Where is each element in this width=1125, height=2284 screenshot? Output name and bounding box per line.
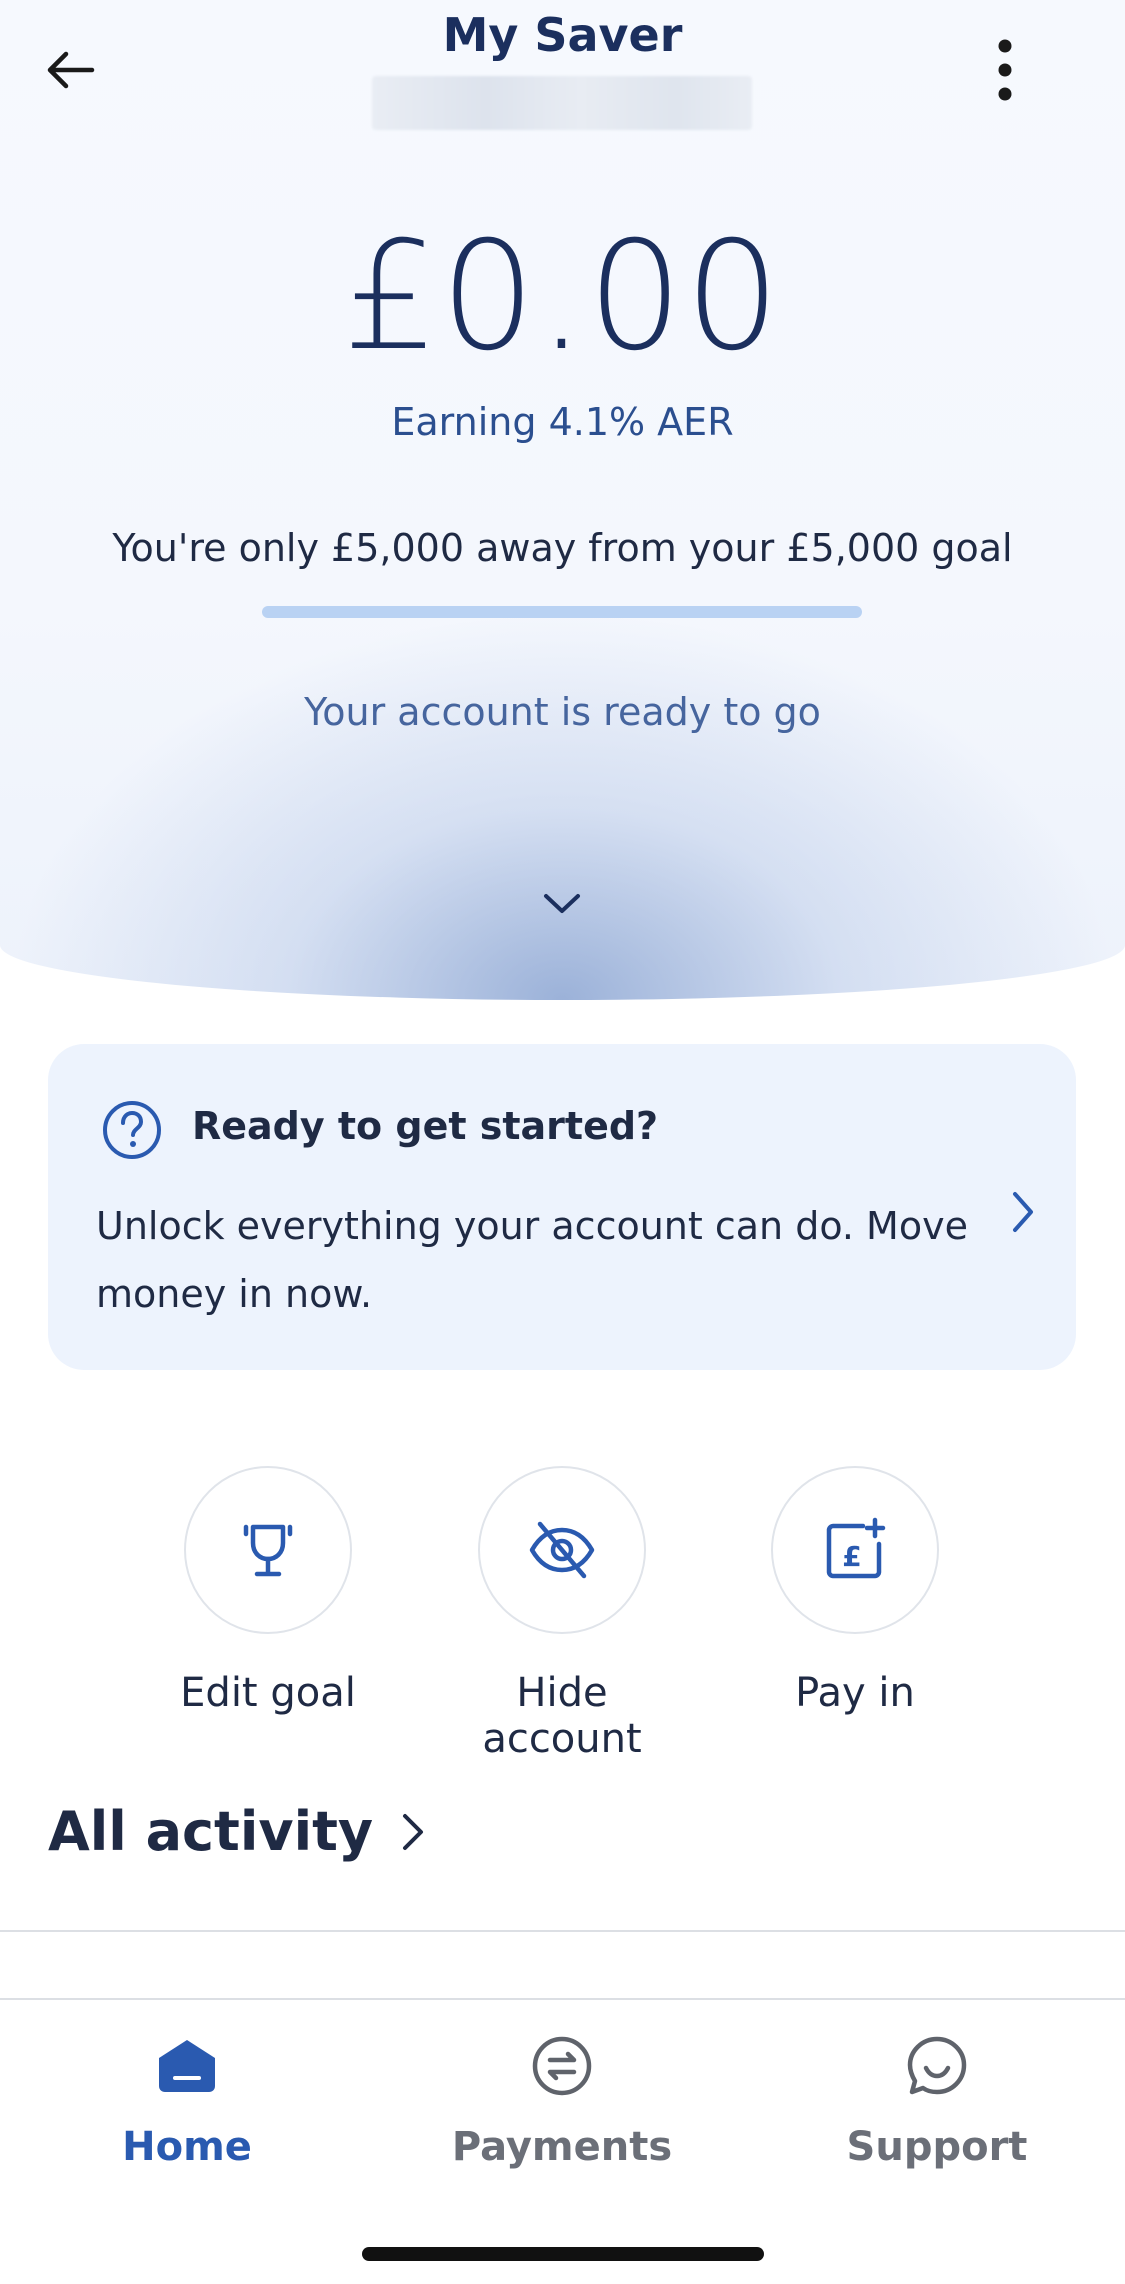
more-vertical-icon <box>998 39 1012 101</box>
tab-support[interactable]: Support <box>787 2026 1087 2170</box>
tab-support-label: Support <box>846 2124 1028 2170</box>
interest-rate: Earning 4.1% AER <box>391 400 734 444</box>
edit-goal-icon-circle <box>184 1466 352 1634</box>
home-icon <box>147 2026 227 2106</box>
pay-in-label: Pay in <box>795 1670 915 1716</box>
chevron-right-icon <box>403 1813 424 1850</box>
tab-payments[interactable]: Payments <box>412 2026 712 2170</box>
edit-goal-button[interactable]: Edit goal <box>138 1466 398 1716</box>
eye-off-icon <box>529 1521 595 1579</box>
transfer-icon <box>522 2026 602 2106</box>
help-circle-icon <box>100 1098 164 1162</box>
get-started-card[interactable]: Ready to get started? Unlock everything … <box>48 1044 1076 1370</box>
expand-button[interactable] <box>530 880 594 928</box>
section-divider <box>0 1930 1125 1932</box>
pay-in-icon-circle: £ <box>771 1466 939 1634</box>
bottom-tab-bar: Home Payments Support <box>0 2000 1125 2284</box>
tab-payments-label: Payments <box>451 2124 673 2170</box>
edit-goal-label: Edit goal <box>180 1670 356 1716</box>
pay-in-icon: £ <box>826 1517 886 1579</box>
home-indicator <box>362 2247 764 2261</box>
account-balance: £0.00 <box>342 210 783 384</box>
account-number-redacted <box>372 76 752 130</box>
more-options-button[interactable] <box>965 30 1045 110</box>
all-activity-link[interactable]: All activity <box>48 1800 433 1863</box>
account-hero <box>0 0 1125 1000</box>
hide-account-icon-circle <box>478 1466 646 1634</box>
tab-home-label: Home <box>122 2124 252 2170</box>
goal-progress-bar <box>262 606 862 618</box>
trophy-icon <box>243 1524 293 1577</box>
pay-in-button[interactable]: £ Pay in <box>725 1466 985 1716</box>
goal-progress-text: You're only £5,000 away from your £5,000… <box>112 526 1013 570</box>
chevron-down-icon <box>544 894 580 913</box>
card-title: Ready to get started? <box>192 1104 659 1148</box>
tab-home[interactable]: Home <box>37 2026 337 2170</box>
page-title: My Saver <box>442 8 683 62</box>
all-activity-label: All activity <box>48 1800 374 1863</box>
account-status-text: Your account is ready to go <box>304 690 821 734</box>
chat-icon <box>897 2026 977 2106</box>
hide-account-button[interactable]: Hide account <box>432 1466 692 1762</box>
card-body: Unlock everything your account can do. M… <box>96 1204 968 1316</box>
svg-text:£: £ <box>842 1540 861 1573</box>
hide-account-label: Hide account <box>482 1670 642 1762</box>
chevron-right-icon <box>998 1182 1048 1242</box>
